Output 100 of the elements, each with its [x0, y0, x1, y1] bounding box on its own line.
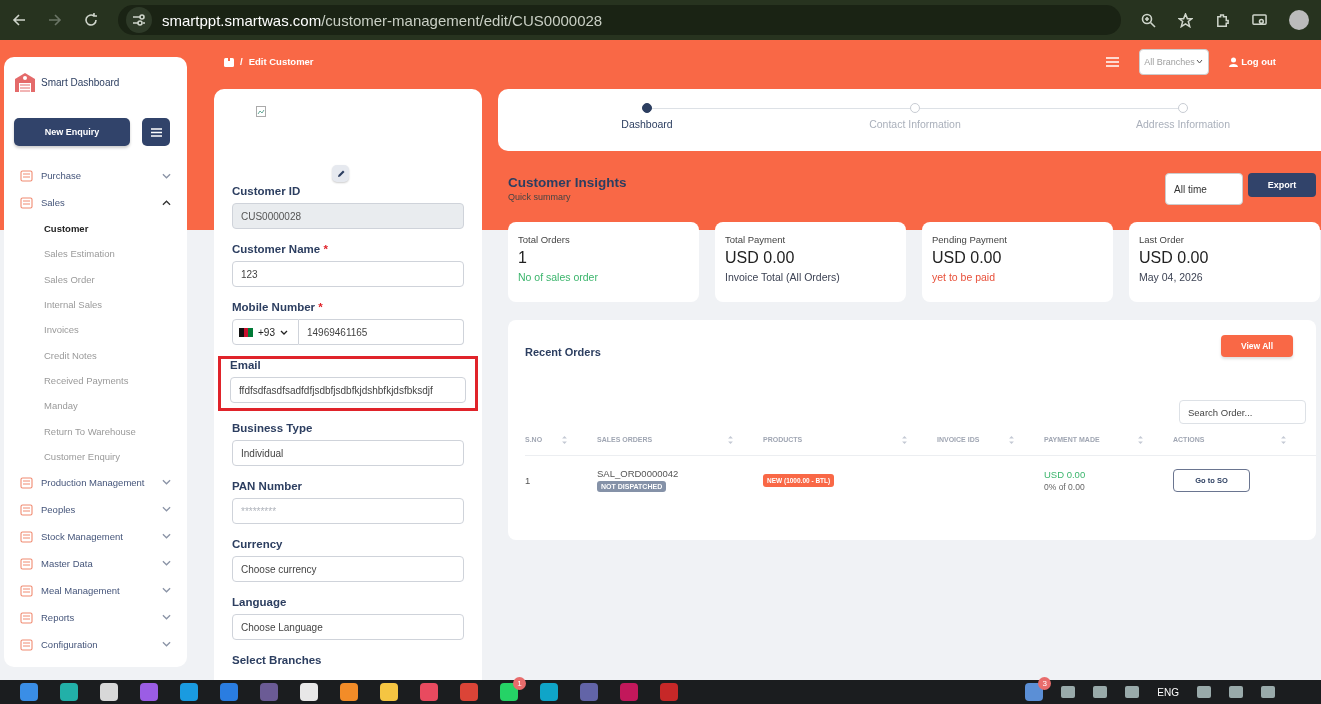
profile-avatar[interactable]: [1289, 10, 1309, 30]
field-label: Select Branches: [232, 654, 323, 666]
menu-icon: [150, 127, 162, 137]
box-icon: [20, 475, 33, 489]
stat-value: USD 0.00: [932, 249, 1003, 267]
menu-item[interactable]: Sales: [14, 189, 187, 216]
box-icon: [20, 196, 33, 209]
field-label: Customer Name *: [232, 243, 329, 255]
section-subtitle: Quick summary: [508, 192, 572, 202]
caret-icon: [279, 329, 288, 335]
breadcrumb-separator: /: [240, 56, 243, 67]
app-icon[interactable]: [340, 683, 358, 701]
field-label: PAN Number: [232, 480, 304, 492]
menu-item[interactable]: Stock Management: [14, 522, 187, 550]
app-icon[interactable]: [180, 683, 198, 701]
section-title: Customer Insights: [508, 175, 627, 190]
stat-value: USD 0.00: [725, 249, 796, 267]
stat-note: Invoice Total (All Orders): [725, 271, 840, 283]
site-info-icon[interactable]: [126, 7, 152, 33]
app-icon[interactable]: [100, 683, 118, 701]
app-icon[interactable]: [220, 683, 238, 701]
edit-photo-button[interactable]: [332, 165, 349, 182]
star-icon[interactable]: [1178, 12, 1193, 28]
warehouse-icon: [14, 71, 36, 93]
field-label: Customer ID: [232, 185, 302, 197]
tray-app-icon[interactable]: [1025, 683, 1044, 701]
stat-note: yet to be paid: [932, 271, 996, 283]
cast-icon[interactable]: [1252, 12, 1267, 28]
stat-label: Pending Payment: [932, 234, 1008, 245]
tray-icon[interactable]: [1093, 686, 1108, 698]
field-label: Business Type: [232, 422, 314, 434]
extension-icon[interactable]: [1215, 12, 1230, 28]
chevron-icon: [162, 614, 171, 621]
input-field[interactable]: CUS0000028: [232, 203, 464, 229]
box-icon: [20, 502, 33, 516]
input-field[interactable]: 123: [232, 261, 464, 287]
app-icon[interactable]: [580, 683, 598, 701]
stat-label: Total Orders: [518, 234, 571, 245]
app-icon[interactable]: [20, 683, 38, 701]
language-indicator[interactable]: ENG: [1157, 686, 1179, 698]
zoom-icon[interactable]: [1141, 12, 1156, 28]
menu-item[interactable]: Meal Management: [14, 576, 187, 604]
chevron-icon: [162, 533, 171, 540]
app-icon[interactable]: [500, 683, 518, 701]
step-dot[interactable]: [642, 103, 652, 113]
section-title: Recent Orders: [525, 346, 601, 358]
menu-item[interactable]: Peoples: [14, 495, 187, 523]
menu-item[interactable]: Production Management: [14, 468, 187, 496]
input-field[interactable]: ffdfsdfasdfsadfdfjsdbfjsdbfkjdshbfkjdsfbksdjf: [230, 377, 466, 403]
menu-item[interactable]: Master Data: [14, 549, 187, 577]
chevron-icon: [162, 587, 171, 594]
box-icon: [20, 556, 33, 570]
field-label: Language: [232, 596, 288, 608]
app-icon[interactable]: [420, 683, 438, 701]
forward-arrow-icon[interactable]: [48, 13, 62, 27]
stat-label: Total Payment: [725, 234, 787, 245]
input-field[interactable]: Choose currency: [232, 556, 464, 582]
input-field[interactable]: Choose Language: [232, 614, 464, 640]
stat-label: Last Order: [1139, 234, 1185, 245]
pencil-icon: [336, 169, 345, 178]
menu-button[interactable]: [142, 118, 170, 146]
menu-icon[interactable]: [1106, 56, 1120, 67]
new-enquiry-button[interactable]: New Enquiry: [14, 118, 130, 146]
field-label: Email: [230, 359, 262, 371]
search-field[interactable]: Search Order...: [1179, 400, 1306, 424]
period-select[interactable]: All time: [1165, 173, 1243, 205]
app-icon[interactable]: [620, 683, 638, 701]
back-arrow-icon[interactable]: [12, 13, 26, 27]
payment-note: 0% of 0.00: [1044, 481, 1085, 492]
menu-item[interactable]: Purchase: [14, 162, 187, 189]
image-icon: [256, 106, 266, 117]
input-field[interactable]: Individual: [232, 440, 464, 466]
country-code-select[interactable]: +93: [232, 319, 299, 345]
app-icon[interactable]: [60, 683, 78, 701]
user-icon: [1229, 56, 1239, 67]
chevron-icon: [162, 172, 171, 179]
phone-input-field[interactable]: 14969461165: [299, 319, 464, 345]
reload-icon[interactable]: [84, 13, 98, 27]
app-icon[interactable]: [460, 683, 478, 701]
caret-icon: [1195, 59, 1203, 64]
chevron-icon: [162, 560, 171, 567]
app-icon[interactable]: [540, 683, 558, 701]
stat-note: No of sales order: [518, 271, 598, 283]
app-icon[interactable]: [660, 683, 678, 701]
tray-icon[interactable]: [1061, 686, 1076, 698]
export-button[interactable]: Export: [1248, 173, 1316, 197]
box-icon: [20, 583, 33, 597]
box-icon: [20, 637, 33, 651]
app-icon[interactable]: [380, 683, 398, 701]
box-icon: [20, 169, 33, 182]
menu-item[interactable]: Reports: [14, 603, 187, 631]
payment-amount: USD 0.00: [1044, 468, 1086, 480]
field-label: Currency: [232, 538, 284, 550]
app-icon[interactable]: [300, 683, 318, 701]
brand-name: Smart Dashboard: [41, 76, 120, 88]
menu-item[interactable]: Configuration: [14, 630, 187, 658]
box-icon: [20, 610, 33, 624]
step-label[interactable]: Dashboard: [621, 118, 673, 130]
app-icon[interactable]: [140, 683, 158, 701]
submenu-item[interactable]: Customer: [14, 216, 187, 242]
